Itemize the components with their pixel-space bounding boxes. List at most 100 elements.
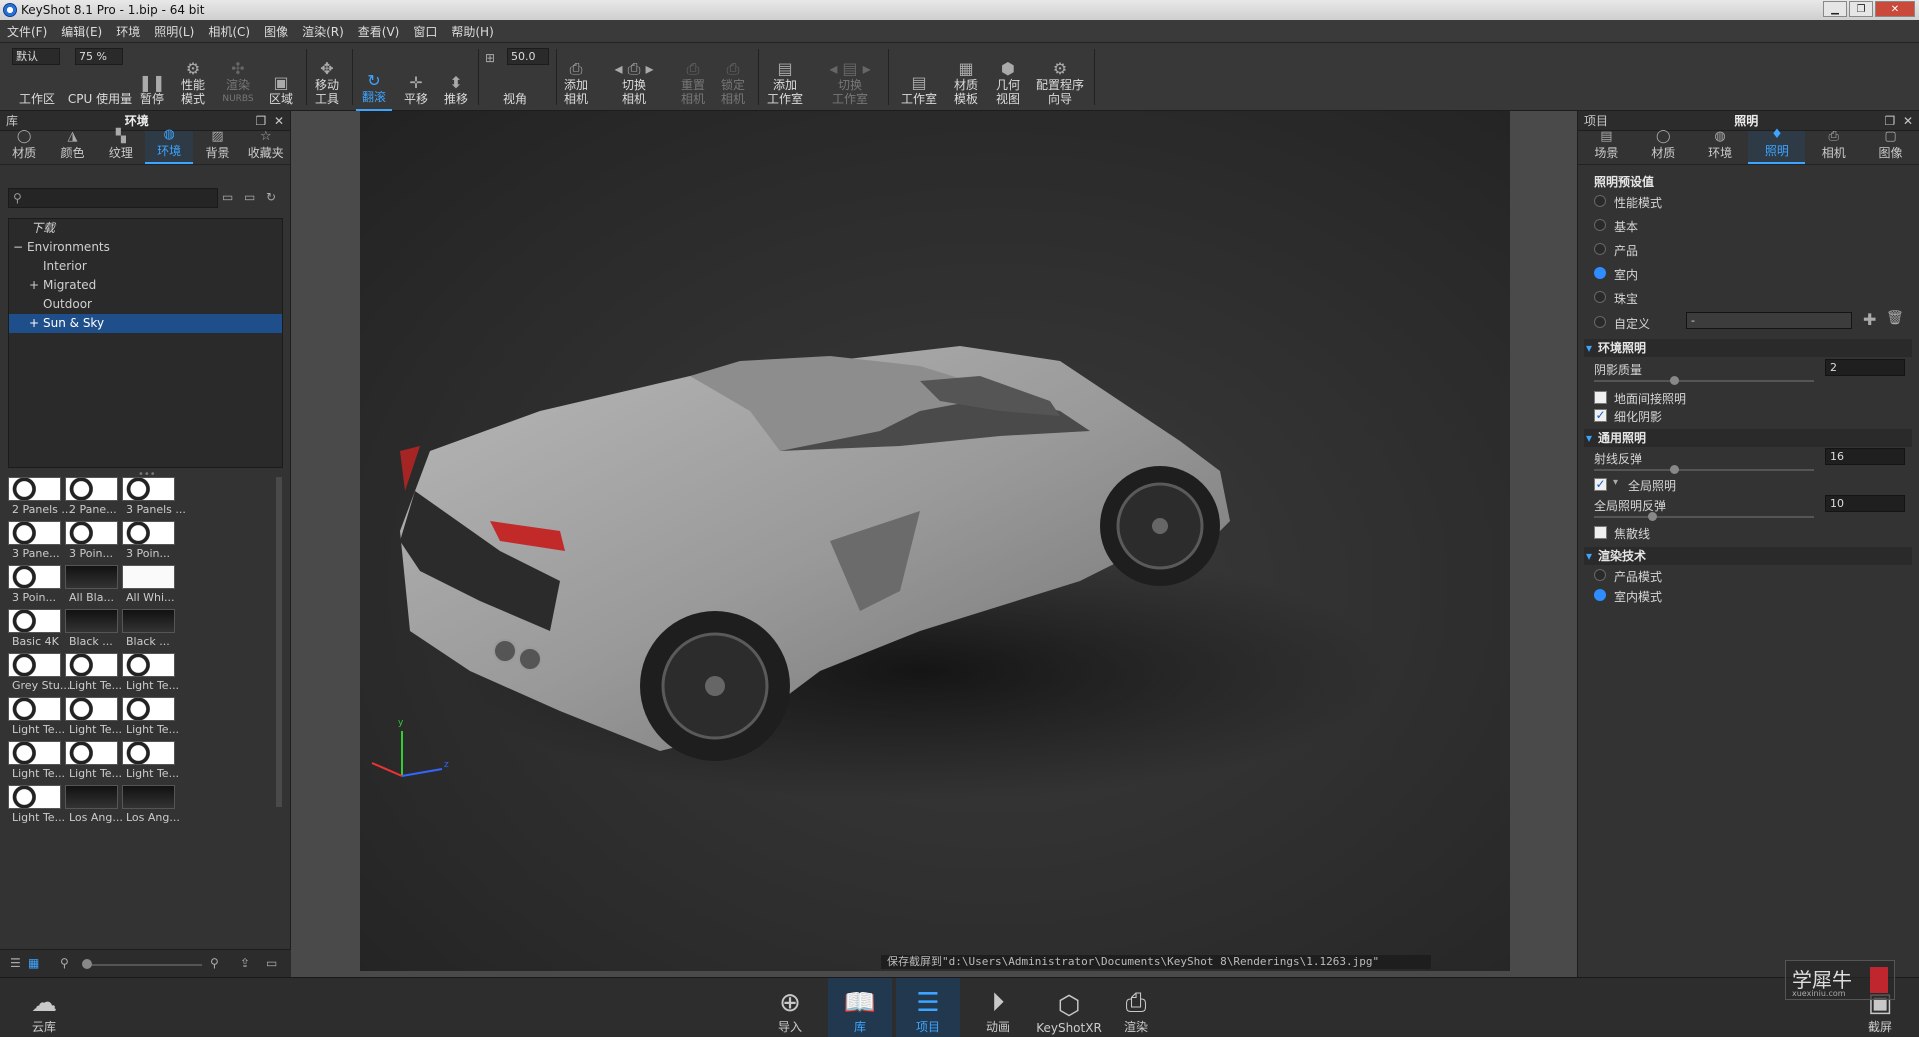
render-viewport[interactable]: y z 保存截屏到"d:\Users\Administrator\Documen… [291,111,1577,977]
shadow-quality-field[interactable]: 2 [1825,359,1905,376]
tree-item-migrated[interactable]: + Migrated [9,276,282,295]
tree-item-environments[interactable]: − Environments [9,238,282,257]
add-studio-button[interactable]: ▤ 添加 工作室 [762,43,808,111]
tab-textures[interactable]: ▚ 纹理 [97,129,145,164]
fov-button[interactable]: 视角 [495,43,535,111]
tab-project-environment[interactable]: ◍ 环境 [1692,129,1749,164]
tree-item-interior[interactable]: Interior [9,257,282,276]
folder-add-icon[interactable]: ▭ [244,190,255,204]
menu-edit[interactable]: 编辑(E) [54,23,109,40]
close-panel-icon[interactable]: ✕ [274,114,284,128]
render-button[interactable]: ⎙ 渲染 [1104,978,1168,1037]
grid-view-icon[interactable]: ▦ [28,956,39,970]
workspace-button[interactable]: 工作区 [10,43,64,111]
performance-mode-button[interactable]: ⚙ 性能 模式 [172,43,214,111]
menu-help[interactable]: 帮助(H) [444,23,500,40]
slider-knob[interactable] [82,959,92,969]
refresh-icon[interactable]: ↻ [266,190,276,204]
keyshotxr-button[interactable]: ⬡ KeyShotXR [1034,978,1104,1037]
tab-scene[interactable]: ▤ 场景 [1578,129,1635,164]
pause-button[interactable]: ❚❚ 暂停 [136,43,168,111]
interior-mode-radio[interactable] [1594,589,1606,601]
menu-camera[interactable]: 相机(C) [201,23,257,40]
refine-shadows-checkbox[interactable]: ✓ [1594,409,1607,422]
preset-performance-radio[interactable] [1594,195,1606,207]
custom-preset-select[interactable]: - [1686,312,1852,329]
import-button[interactable]: ⊕ 导入 [758,978,822,1037]
ray-bounces-knob[interactable] [1670,465,1679,474]
preset-basic-radio[interactable] [1594,219,1606,231]
tab-environments[interactable]: ◍ 环境 [144,127,194,164]
add-preset-icon[interactable]: ✚ [1863,310,1876,329]
tab-project-materials[interactable]: ◯ 材质 [1635,129,1692,164]
folder-icon[interactable]: ▭ [222,190,233,204]
tree-item-sun-sky[interactable]: + Sun & Sky [9,314,282,333]
project-button[interactable]: ☰ 项目 [896,978,960,1037]
switch-studio-button[interactable]: ◂ ▤ ▸ 切换 工作室 [822,43,878,111]
minimize-button[interactable]: ▁ [1823,1,1847,17]
preset-interior-radio[interactable] [1594,267,1606,279]
preset-jewelry-radio[interactable] [1594,291,1606,303]
add-camera-button[interactable]: ⎙ 添加 相机 [560,43,592,111]
material-template-button[interactable]: ▦ 材质 模板 [948,43,984,111]
gi-bounces-slider[interactable] [1594,516,1814,518]
expand-icon[interactable]: + [29,314,39,333]
geometry-view-button[interactable]: ⬢ 几何 视图 [990,43,1026,111]
tab-colors[interactable]: ◮ 颜色 [48,129,96,164]
gi-bounces-knob[interactable] [1648,512,1657,521]
menu-lighting[interactable]: 照明(L) [147,23,201,40]
tab-favorites[interactable]: ☆ 收藏夹 [242,129,290,164]
cpu-usage-button[interactable]: CPU 使用量 [66,43,134,111]
move-tool-button[interactable]: ✥ 移动 工具 [310,43,344,111]
caustics-checkbox[interactable] [1594,526,1607,539]
undock-icon[interactable]: ❐ [1885,114,1896,128]
pan-button[interactable]: ✛ 平移 [398,43,434,111]
tree-item-outdoor[interactable]: Outdoor [9,295,282,314]
menu-image[interactable]: 图像 [257,23,295,40]
menu-view[interactable]: 查看(V) [351,23,407,40]
menu-render[interactable]: 渲染(R) [295,23,351,40]
tab-backplates[interactable]: ▨ 背景 [193,129,241,164]
switch-camera-button[interactable]: ◂ ⎙ ▸ 切换 相机 [604,43,664,111]
animation-button[interactable]: ⏵ 动画 [966,978,1030,1037]
section-render-technique[interactable]: 渲染技术 [1584,547,1912,565]
list-view-icon[interactable]: ☰ [10,956,21,970]
menu-window[interactable]: 窗口 [406,23,444,40]
tab-lighting[interactable]: ♦ 照明 [1748,127,1806,164]
upload-icon[interactable]: ⇪ [240,956,250,970]
ground-indirect-checkbox[interactable] [1594,391,1607,404]
global-illumination-checkbox[interactable]: ✓ [1594,478,1607,491]
menu-file[interactable]: 文件(F) [0,23,54,40]
configurator-wizard-button[interactable]: ⚙ 配置程序 向导 [1032,43,1088,111]
zoom-out-icon[interactable]: ⚲ [60,956,69,970]
menu-environment[interactable]: 环境 [109,23,147,40]
library-button[interactable]: 📖 库 [828,978,892,1037]
studio-button[interactable]: ▤ 工作室 [894,43,944,111]
ray-bounces-slider[interactable] [1594,469,1814,471]
tab-image[interactable]: ▢ 图像 [1862,129,1919,164]
maximize-button[interactable]: ❐ [1849,1,1873,17]
library-search-input[interactable]: ⚲ [8,188,218,208]
delete-preset-icon[interactable]: 🗑 [1886,310,1904,326]
shadow-quality-knob[interactable] [1670,376,1679,385]
collapse-icon[interactable]: − [13,238,23,257]
reset-camera-button[interactable]: ⎙ 重置 相机 [676,43,710,111]
chevron-down-icon[interactable]: ▾ [1613,477,1618,488]
import-folder-icon[interactable]: ▭ [266,956,277,970]
close-panel-icon[interactable]: ✕ [1903,114,1913,128]
environment-thumbnail[interactable]: Los Ang... [122,785,188,839]
lock-camera-button[interactable]: ⎙ 锁定 相机 [716,43,750,111]
thumbnail-scrollbar[interactable] [276,477,282,807]
tumble-button[interactable]: ↻ 翻滚 [356,43,392,111]
tree-item-downloads[interactable]: 下载 [9,219,282,238]
tab-materials[interactable]: ◯ 材质 [0,129,48,164]
zoom-in-icon[interactable]: ⚲ [210,956,219,970]
shadow-quality-slider[interactable] [1594,380,1814,382]
close-window-button[interactable]: ✕ [1875,1,1915,17]
thumbnail-size-slider[interactable] [84,964,202,966]
preset-product-radio[interactable] [1594,243,1606,255]
dolly-button[interactable]: ⬍ 推移 [438,43,474,111]
product-mode-radio[interactable] [1594,569,1606,581]
section-environment-lighting[interactable]: 环境照明 [1584,339,1912,357]
section-general-lighting[interactable]: 通用照明 [1584,429,1912,447]
